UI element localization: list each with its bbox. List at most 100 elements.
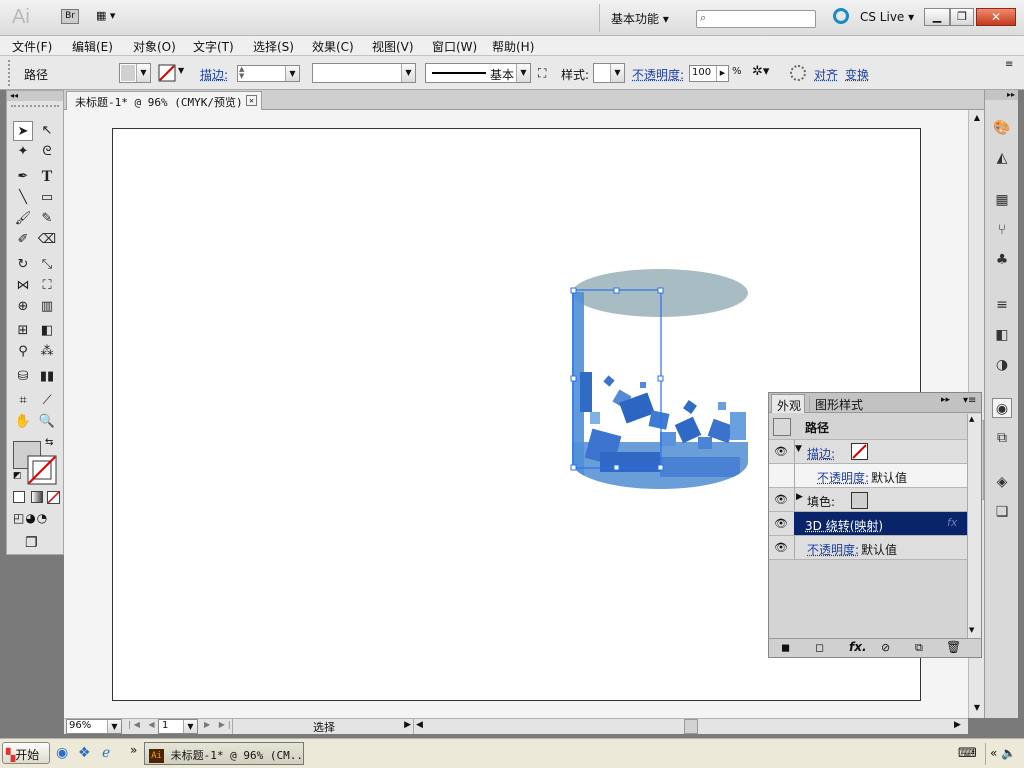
disclosure-down-icon[interactable]: ▼ — [795, 444, 802, 454]
stroke-panel-link[interactable]: 描边: — [200, 66, 228, 83]
hand-tool-icon[interactable]: ✋ — [13, 412, 33, 432]
align-panel-link[interactable]: 对齐 — [814, 66, 838, 83]
scroll-down-icon[interactable]: ▼ — [969, 626, 974, 634]
browser-quicklaunch-icon[interactable]: ◉ — [56, 745, 68, 761]
disclosure-right-icon[interactable]: ▶ — [796, 492, 803, 502]
mesh-tool-icon[interactable]: ⊞ — [13, 321, 33, 341]
close-tab-icon[interactable]: ✕ — [246, 95, 257, 106]
illustrator-task-button[interactable]: Ai 未标题-1* @ 96% (CM... — [144, 742, 304, 765]
bridge-button[interactable]: Br — [61, 9, 79, 24]
appearance-row-fill[interactable]: 👁 ▶ 填色: — [769, 488, 967, 512]
line-segment-tool-icon[interactable]: ╲ — [13, 188, 33, 208]
app-quicklaunch-icon[interactable]: ❖ — [78, 745, 91, 761]
eyedropper-tool-icon[interactable]: ⚲ — [13, 342, 33, 362]
color-guide-icon[interactable]: ◭ — [992, 148, 1012, 168]
no-stroke-swatch-icon[interactable] — [851, 443, 868, 460]
stroke-opacity-link[interactable]: 不透明度: — [817, 469, 869, 486]
panel-menu-icon[interactable]: ▾≡ — [963, 395, 976, 406]
screen-mode-icon[interactable]: ❐ — [25, 535, 38, 551]
width-tool-icon[interactable]: ⋈ — [13, 276, 33, 296]
appearance-row-3d-revolve[interactable]: 👁 3D 绕转(映射) fx — [769, 512, 968, 536]
keyboard-tray-icon[interactable]: ⌨ — [958, 746, 977, 761]
eraser-tool-icon[interactable]: ⌫ — [37, 230, 57, 250]
color-palette-icon[interactable]: 🎨 — [992, 118, 1012, 138]
graphic-styles-icon[interactable]: ⧉ — [992, 428, 1012, 448]
brush-definition-dropdown[interactable]: 基本 ▼ — [425, 63, 531, 83]
visibility-eye-icon[interactable]: 👁 — [771, 514, 791, 534]
close-button[interactable]: ✕ — [976, 8, 1016, 26]
next-last-artboard-icons[interactable]: ▶ ▶| — [204, 720, 234, 729]
swap-fill-stroke-icon[interactable]: ⇆ — [45, 437, 53, 448]
menu-effect[interactable]: 效果(C) — [312, 38, 354, 55]
slice-tool-icon[interactable]: ⟋ — [37, 391, 57, 411]
zoom-dropdown[interactable]: 96% ▼ — [66, 719, 122, 734]
direct-selection-tool-icon[interactable]: ↖ — [37, 121, 57, 141]
opacity-link[interactable]: 不透明度: — [807, 541, 859, 558]
horizontal-scroll-thumb[interactable] — [684, 719, 698, 734]
opacity-input[interactable]: 100 ▶ — [689, 65, 729, 82]
paintbrush-tool-icon[interactable]: 🖌 — [13, 209, 33, 229]
variable-width-profile-dropdown[interactable]: ▼ — [312, 63, 416, 83]
stroke-attribute-link[interactable]: 描边: — [807, 445, 835, 462]
more-quicklaunch-icon[interactable]: » — [130, 743, 137, 757]
blend-tool-icon[interactable]: ⁂ — [37, 342, 57, 362]
stroke-panel-icon[interactable]: ≡ — [992, 295, 1012, 315]
stroke-color-dropdown[interactable]: ▼ — [156, 63, 188, 83]
appearance-panel-icon[interactable]: ◉ — [992, 398, 1012, 418]
scroll-up-icon[interactable]: ▲ — [969, 415, 974, 423]
volume-icon[interactable]: 🔈 — [1001, 746, 1016, 760]
document-tab[interactable]: 未标题-1* @ 96% (CMYK/预览) ✕ — [66, 91, 262, 110]
tab-appearance[interactable]: 外观 — [771, 394, 805, 413]
brush-options-icon[interactable]: ⛶ — [538, 66, 546, 81]
ie-quicklaunch-icon[interactable]: ℯ — [102, 745, 110, 761]
3d-revolve-effect-link[interactable]: 3D 绕转(映射) — [805, 517, 883, 534]
swatches-icon[interactable]: ▦ — [992, 190, 1012, 210]
menu-type[interactable]: 文字(T) — [193, 38, 234, 55]
cslive-menu[interactable]: CS Live ▾ — [860, 10, 914, 24]
gradient-panel-icon[interactable]: ◧ — [992, 325, 1012, 345]
selection-tool-icon[interactable]: ➤ — [13, 121, 33, 141]
stroke-weight-input[interactable]: ▲ ▼ ▼ — [237, 65, 300, 82]
transform-panel-link[interactable]: 变换 — [845, 66, 869, 83]
visibility-eye-icon[interactable]: 👁 — [771, 538, 791, 558]
menu-object[interactable]: 对象(O) — [133, 38, 176, 55]
shape-builder-tool-icon[interactable]: ⊕ — [13, 297, 33, 317]
scroll-right-icon[interactable]: ▶ — [954, 720, 961, 730]
stepper-icon[interactable]: ▲ ▼ — [239, 66, 244, 80]
layers-icon[interactable]: ◈ — [992, 472, 1012, 492]
fill-color-dropdown[interactable]: ▼ — [119, 63, 151, 83]
lasso-tool-icon[interactable]: ᘓ — [37, 142, 57, 162]
menu-window[interactable]: 窗口(W) — [432, 38, 477, 55]
graphic-style-dropdown[interactable]: ▼ — [593, 63, 625, 83]
blob-brush-tool-icon[interactable]: ✐ — [13, 230, 33, 250]
rotate-tool-icon[interactable]: ↻ — [13, 255, 33, 275]
duplicate-item-icon[interactable]: ⧉ — [915, 641, 923, 655]
drawing-modes-icon[interactable]: ◰◕◔ — [13, 511, 48, 525]
panel-menu-icon[interactable]: ≡ — [1005, 59, 1013, 70]
restore-button[interactable]: ❐ — [950, 8, 974, 26]
free-transform-tool-icon[interactable]: ⛶ — [37, 276, 57, 296]
symbol-sprayer-tool-icon[interactable]: ⛁ — [13, 367, 33, 387]
visibility-eye-icon[interactable]: 👁 — [771, 490, 791, 510]
minimize-button[interactable]: ▁ — [924, 8, 950, 26]
column-graph-tool-icon[interactable]: ▮▮ — [37, 367, 57, 387]
appearance-row-stroke-opacity[interactable]: 不透明度: 默认值 — [769, 464, 967, 488]
recolor-artwork-icon[interactable]: ✲▾ — [752, 64, 769, 79]
menu-select[interactable]: 选择(S) — [253, 38, 294, 55]
scroll-down-icon[interactable]: ▼ — [970, 700, 984, 716]
stroke-none-box-icon[interactable] — [27, 455, 57, 485]
menu-view[interactable]: 视图(V) — [372, 38, 414, 55]
brushes-icon[interactable]: ⑂ — [992, 220, 1012, 240]
scroll-left-icon[interactable]: ◀ — [416, 720, 423, 730]
first-prev-artboard-icons[interactable]: |◀ ◀ — [128, 720, 158, 729]
appearance-row-opacity[interactable]: 👁 不透明度: 默认值 — [769, 536, 967, 560]
opacity-panel-link[interactable]: 不透明度: — [632, 66, 684, 83]
clear-appearance-icon[interactable]: ⊘ — [881, 641, 890, 654]
default-colors-icon[interactable]: ◩ — [13, 471, 22, 481]
pen-tool-icon[interactable]: ✒ — [13, 167, 33, 187]
cylinder-artwork[interactable] — [560, 262, 760, 497]
delete-item-icon[interactable]: 🗑 — [946, 640, 961, 654]
isolate-icon[interactable] — [790, 65, 806, 81]
scroll-up-icon[interactable]: ▲ — [970, 110, 984, 126]
symbols-icon[interactable]: ♣ — [992, 250, 1012, 270]
